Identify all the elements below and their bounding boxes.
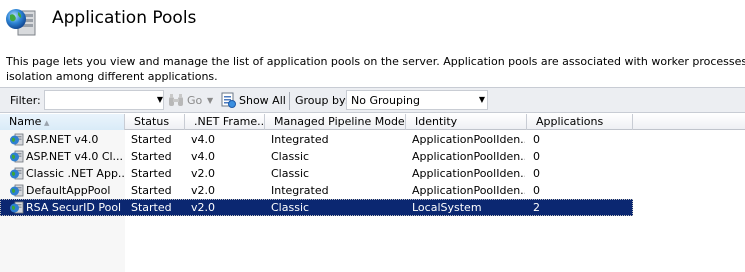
cell-pipeline: Classic xyxy=(271,150,310,163)
binoculars-icon[interactable] xyxy=(168,93,184,108)
filter-dropdown-arrow[interactable]: ▼ xyxy=(154,91,166,109)
toolbar-separator xyxy=(289,92,290,110)
cell-identity: ApplicationPoolIden... xyxy=(412,150,525,163)
filter-toolbar: Filter: ▼ Go ▼ Show All Group by: No Gro… xyxy=(0,87,745,113)
column-header-pipeline[interactable]: Managed Pipeline Mode xyxy=(265,114,406,130)
description-line-1: This page lets you view and manage the l… xyxy=(6,55,745,68)
page-description: This page lets you view and manage the l… xyxy=(6,54,745,84)
cell-applications: 0 xyxy=(533,184,540,197)
group-by-dropdown-arrow[interactable]: ▼ xyxy=(476,91,488,109)
cell-framework: v4.0 xyxy=(191,133,216,146)
cell-status: Started xyxy=(131,150,172,163)
column-header-name[interactable]: Name ▲ xyxy=(0,114,125,130)
filter-label: Filter: xyxy=(10,94,41,107)
table-row[interactable]: RSA SecurID Pool Started v2.0 Classic LocalS… xyxy=(0,199,633,216)
group-by-label: Group by: xyxy=(295,94,349,107)
table-row[interactable]: ASP.NET v4.0 Started v4.0 Integrated Applica… xyxy=(0,131,633,148)
filter-input[interactable] xyxy=(44,90,164,110)
app-pool-icon xyxy=(10,133,24,146)
column-header-label: Name xyxy=(9,115,42,128)
cell-pipeline: Integrated xyxy=(271,184,329,197)
cell-framework: v2.0 xyxy=(191,167,216,180)
cell-identity: ApplicationPoolIden... xyxy=(412,133,525,146)
app-pool-icon xyxy=(10,201,24,214)
go-dropdown-arrow[interactable]: ▼ xyxy=(207,92,213,110)
cell-name: Classic .NET App... xyxy=(26,167,124,180)
cell-applications: 0 xyxy=(533,167,540,180)
cell-applications: 2 xyxy=(533,201,540,214)
application-pools-icon xyxy=(6,9,36,36)
group-by-value: No Grouping xyxy=(351,94,420,107)
table-row[interactable]: ASP.NET v4.0 Cl... Started v4.0 Classic Appl… xyxy=(0,148,633,165)
table-row[interactable]: Classic .NET App... Started v2.0 Classic App… xyxy=(0,165,633,182)
show-all-button[interactable]: Show All xyxy=(239,94,286,107)
cell-pipeline: Integrated xyxy=(271,133,329,146)
go-button[interactable]: Go xyxy=(187,94,202,107)
cell-identity: ApplicationPoolIden... xyxy=(412,167,525,180)
cell-status: Started xyxy=(131,201,172,214)
list-header: Name ▲ Status .NET Frame... Managed Pipe… xyxy=(0,114,745,130)
column-header-status[interactable]: Status xyxy=(125,114,185,130)
app-pool-icon xyxy=(10,184,24,197)
table-row[interactable]: DefaultAppPool Started v2.0 Integrated Appli… xyxy=(0,182,633,199)
cell-name: DefaultAppPool xyxy=(26,184,111,197)
cell-status: Started xyxy=(131,133,172,146)
cell-framework: v4.0 xyxy=(191,150,216,163)
app-pool-icon xyxy=(10,167,24,180)
cell-name: ASP.NET v4.0 xyxy=(26,133,99,146)
sort-ascending-icon: ▲ xyxy=(44,119,50,127)
cell-status: Started xyxy=(131,184,172,197)
cell-name: ASP.NET v4.0 Cl... xyxy=(26,150,124,163)
cell-identity: LocalSystem xyxy=(412,201,482,214)
page-title: Application Pools xyxy=(52,8,197,28)
cell-identity: ApplicationPoolIden... xyxy=(412,184,525,197)
page-header: Application Pools xyxy=(0,0,745,45)
column-header-applications[interactable]: Applications xyxy=(527,114,633,130)
show-all-icon[interactable] xyxy=(221,92,237,109)
cell-pipeline: Classic xyxy=(271,201,310,214)
app-pool-icon xyxy=(10,150,24,163)
cell-framework: v2.0 xyxy=(191,184,216,197)
description-line-2: isolation among different applications. xyxy=(6,70,218,83)
application-pools-list: Name ▲ Status .NET Frame... Managed Pipe… xyxy=(0,114,745,272)
column-header-identity[interactable]: Identity xyxy=(406,114,527,130)
cell-framework: v2.0 xyxy=(191,201,216,214)
cell-applications: 0 xyxy=(533,150,540,163)
cell-name: RSA SecurID Pool xyxy=(26,201,122,214)
cell-applications: 0 xyxy=(533,133,540,146)
cell-status: Started xyxy=(131,167,172,180)
cell-pipeline: Classic xyxy=(271,167,310,180)
column-header-framework[interactable]: .NET Frame... xyxy=(185,114,265,130)
application-pools-page: Application Pools This page lets you vie… xyxy=(0,0,745,272)
